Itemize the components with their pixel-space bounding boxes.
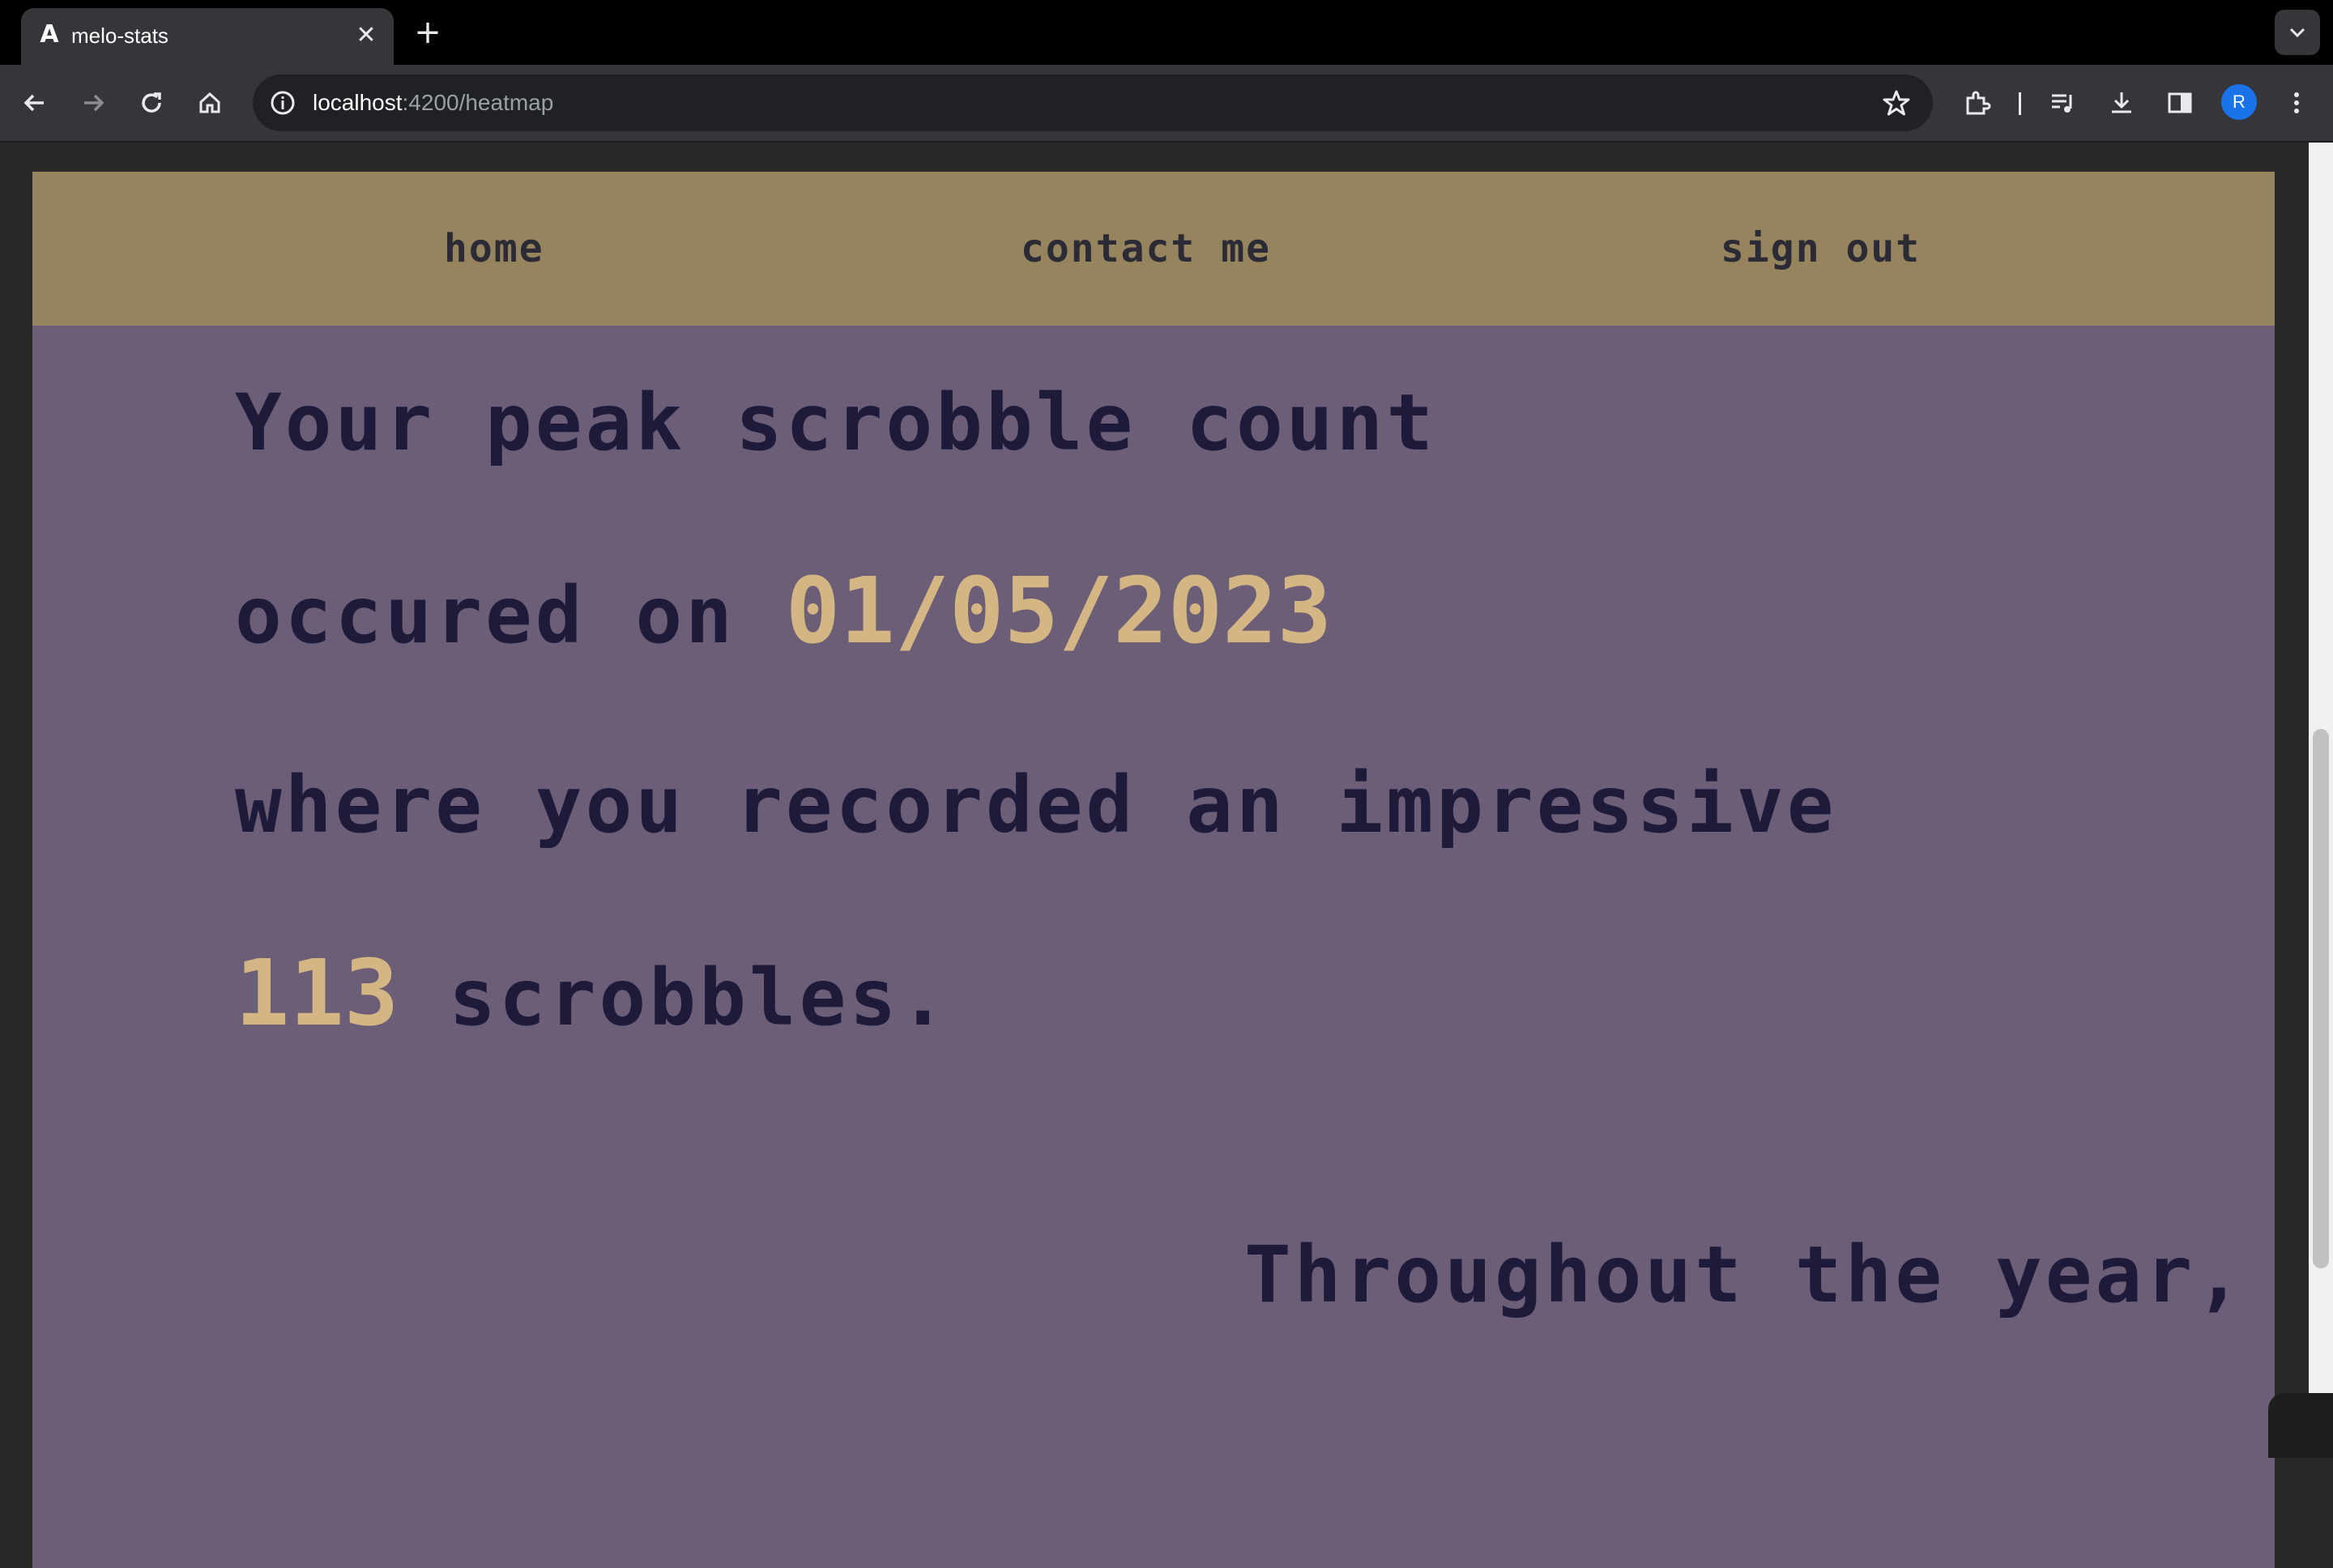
address-bar[interactable]: localhost:4200/heatmap (253, 75, 1933, 131)
peak-date: 01/05/2023 (785, 559, 1333, 664)
forward-button[interactable] (71, 81, 115, 125)
menu-kebab-icon[interactable] (2275, 81, 2318, 125)
home-icon (199, 92, 220, 113)
stat-line-4-suffix: scrobbles. (399, 952, 950, 1043)
download-icon[interactable] (2100, 81, 2143, 125)
scrollbar-thumb[interactable] (2313, 729, 2329, 1268)
browser-tab[interactable]: A melo-stats ✕ (21, 8, 394, 65)
profile-avatar[interactable]: R (2221, 84, 2257, 120)
arrow-right-icon (84, 94, 104, 112)
site-info-icon[interactable] (266, 86, 300, 120)
bookmark-star-icon[interactable] (1879, 86, 1913, 120)
url-path: :4200/heatmap (402, 90, 554, 115)
extensions-icon[interactable] (1956, 81, 1999, 125)
home-button[interactable] (188, 81, 232, 125)
nav-contact-link[interactable]: contact me (1021, 172, 1271, 326)
browser-tab-strip: A melo-stats ✕ + (0, 0, 2333, 65)
nav-signout-link[interactable]: sign out (1721, 172, 1921, 326)
stat-line-1: Your peak scrobble count (235, 377, 1437, 468)
media-control-icon[interactable] (2041, 81, 2085, 125)
peak-count: 113 (235, 941, 399, 1046)
stats-section: Your peak scrobble count occured on 01/0… (32, 326, 2275, 1568)
url-host: localhost (313, 90, 403, 115)
nav-home-link[interactable]: home (444, 172, 544, 326)
reload-icon (142, 92, 161, 113)
close-tab-icon[interactable]: ✕ (350, 19, 382, 52)
tab-search-button[interactable] (2275, 10, 2320, 55)
year-heading: Throughout the year, (1244, 1229, 2246, 1320)
page-viewport: home contact me sign out Your peak scrob… (0, 143, 2333, 1568)
page-scrollbar[interactable] (2309, 143, 2333, 1458)
new-tab-button[interactable]: + (410, 15, 446, 50)
url-text: localhost:4200/heatmap (313, 75, 553, 131)
browser-toolbar: localhost:4200/heatmap (0, 65, 2333, 143)
reload-button[interactable] (130, 81, 173, 125)
back-button[interactable] (13, 81, 57, 125)
stat-line-2: occured on 01/05/2023 (235, 559, 1332, 664)
stat-line-4: 113 scrobbles. (235, 941, 949, 1046)
arrow-left-icon (23, 94, 44, 112)
corner-widget (2268, 1393, 2333, 1458)
angular-icon: A (40, 20, 59, 49)
stat-line-3: where you recorded an impressive (235, 760, 1837, 850)
app-nav-bar: home contact me sign out (32, 172, 2275, 326)
chevron-down-icon (2289, 28, 2305, 38)
side-panel-icon[interactable] (2158, 81, 2202, 125)
tab-title: melo-stats (71, 23, 168, 48)
toolbar-divider (2019, 92, 2021, 115)
stat-line-2-prefix: occured on (235, 570, 786, 661)
